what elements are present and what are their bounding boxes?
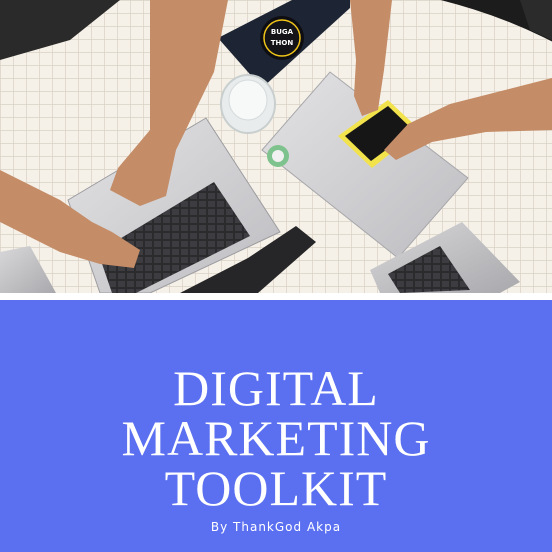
title-line-2: MARKETING bbox=[121, 410, 431, 466]
book-cover: BUGA THON DIGITAL MARKETING TOOLKIT By T… bbox=[0, 0, 552, 552]
sticker-text-1: BUGA bbox=[271, 28, 294, 36]
cover-photo: BUGA THON bbox=[0, 0, 552, 293]
sticker-text-2: THON bbox=[271, 39, 294, 47]
water-glass bbox=[220, 74, 276, 134]
title-line-3: TOOLKIT bbox=[164, 460, 388, 516]
photo-image: BUGA THON bbox=[0, 0, 552, 293]
title-line-1: DIGITAL bbox=[173, 360, 379, 416]
divider bbox=[0, 293, 552, 300]
author-byline: By ThankGod Akpa bbox=[210, 520, 342, 534]
